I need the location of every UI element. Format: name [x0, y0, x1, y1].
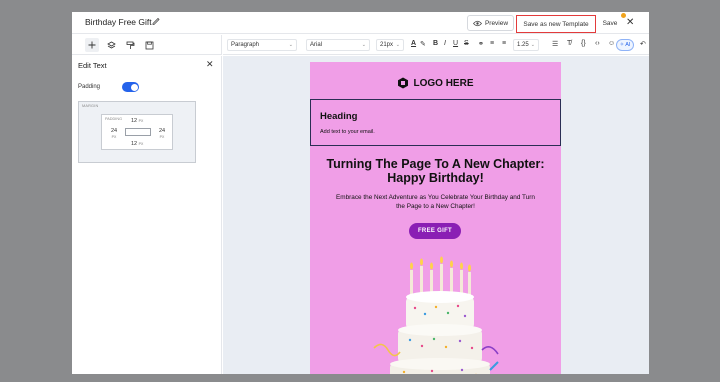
- ai-button[interactable]: ✧ AI: [616, 39, 634, 51]
- template-title[interactable]: Birthday Free Gift: [85, 17, 152, 27]
- padding-toggle-label: Padding: [78, 84, 101, 90]
- close-editor-icon[interactable]: ✕: [626, 17, 634, 28]
- preview-button[interactable]: Preview: [467, 15, 514, 31]
- save-template-label: Save as new Template: [523, 20, 589, 28]
- chevron-down-icon: ⌄: [530, 42, 535, 48]
- padding-content-area: [125, 128, 151, 136]
- margin-label: MARGIN: [82, 104, 99, 108]
- logo-icon: [398, 77, 409, 89]
- selected-heading-block[interactable]: Heading Add text to your email.: [310, 99, 561, 146]
- merge-field-icon[interactable]: {}: [581, 40, 586, 47]
- highlight-icon[interactable]: ✎: [420, 40, 426, 48]
- underline-icon[interactable]: U: [453, 40, 458, 47]
- plus-icon[interactable]: [85, 38, 99, 52]
- bulleted-list-icon[interactable]: ☰: [552, 40, 558, 48]
- font-size-select[interactable]: 21px ⌄: [376, 39, 404, 51]
- editor-canvas: LOGO HERE Heading Add text to your email…: [223, 56, 649, 374]
- undo-icon[interactable]: ↶: [640, 40, 646, 48]
- emoji-icon[interactable]: ☺: [608, 40, 615, 47]
- pencil-icon[interactable]: [151, 16, 161, 26]
- block-type-select[interactable]: Paragraph ⌄: [227, 39, 297, 51]
- left-tool-row: [72, 35, 222, 55]
- paint-roller-icon[interactable]: [123, 38, 137, 52]
- align-left-icon[interactable]: ≡: [490, 40, 494, 47]
- strikethrough-icon[interactable]: S: [464, 40, 469, 47]
- chevron-down-icon: ⌄: [395, 42, 400, 48]
- italic-icon[interactable]: I: [444, 40, 446, 47]
- save-label: Save: [602, 19, 618, 27]
- padding-right-value[interactable]: 24 PX: [156, 128, 168, 140]
- text-color-icon[interactable]: A: [411, 40, 416, 47]
- preview-label: Preview: [484, 19, 509, 27]
- padding-box: PADDING 12 PX 24 PX 24 PX 12 PX: [101, 114, 173, 150]
- top-header-bar: Birthday Free Gift Preview Save as new T…: [72, 12, 649, 34]
- body-text[interactable]: Embrace the Next Adventure as You Celebr…: [322, 193, 549, 211]
- align-center-icon[interactable]: ≡: [502, 40, 506, 47]
- panel-title: Edit Text: [78, 61, 107, 70]
- link-icon[interactable]: ⚭: [478, 40, 484, 48]
- heading-subtext[interactable]: Add text to your email.: [320, 129, 375, 135]
- line-height-select[interactable]: 1.25 ⌄: [513, 39, 539, 51]
- font-family-select[interactable]: Arial ⌄: [306, 39, 370, 51]
- margin-box: MARGIN PADDING 12 PX 24 PX 24 PX 12 PX: [78, 101, 196, 163]
- padding-box-label: PADDING: [105, 117, 123, 121]
- bold-icon[interactable]: B: [433, 40, 438, 47]
- save-button[interactable]: Save: [600, 15, 620, 31]
- birthday-cake-image: [373, 256, 499, 374]
- logo-text: LOGO HERE: [413, 77, 474, 89]
- clear-format-icon[interactable]: T̸: [567, 40, 571, 47]
- heading-text[interactable]: Heading: [320, 111, 357, 122]
- edit-text-panel: Edit Text ✕ Padding MARGIN PADDING 12 PX…: [72, 56, 222, 374]
- padding-bottom-value[interactable]: 12 PX: [131, 141, 143, 147]
- save-as-new-template-button[interactable]: Save as new Template: [516, 15, 596, 33]
- chevron-down-icon: ⌄: [288, 42, 293, 48]
- layers-icon[interactable]: [104, 38, 118, 52]
- free-gift-button[interactable]: FREE GIFT: [409, 223, 461, 239]
- padding-toggle[interactable]: [122, 82, 139, 92]
- email-preview: LOGO HERE Heading Add text to your email…: [310, 62, 561, 374]
- close-panel-icon[interactable]: ✕: [206, 59, 214, 70]
- floppy-disk-icon[interactable]: [142, 38, 156, 52]
- main-title[interactable]: Turning The Page To A New Chapter: Happy…: [310, 157, 561, 185]
- padding-left-value[interactable]: 24 PX: [108, 128, 120, 140]
- eye-icon: [472, 20, 482, 26]
- padding-top-value[interactable]: 12 PX: [131, 118, 143, 124]
- logo-block[interactable]: LOGO HERE: [310, 77, 561, 89]
- email-editor-window: Birthday Free Gift Preview Save as new T…: [72, 12, 649, 374]
- chevron-down-icon: ⌄: [361, 42, 366, 48]
- formatting-toolbar: Paragraph ⌄ Arial ⌄ 21px ⌄ A ✎ B I U S ⚭ ≡ …: [223, 35, 649, 55]
- sparkle-icon: ✧: [619, 42, 625, 48]
- code-icon[interactable]: ‹›: [595, 40, 600, 47]
